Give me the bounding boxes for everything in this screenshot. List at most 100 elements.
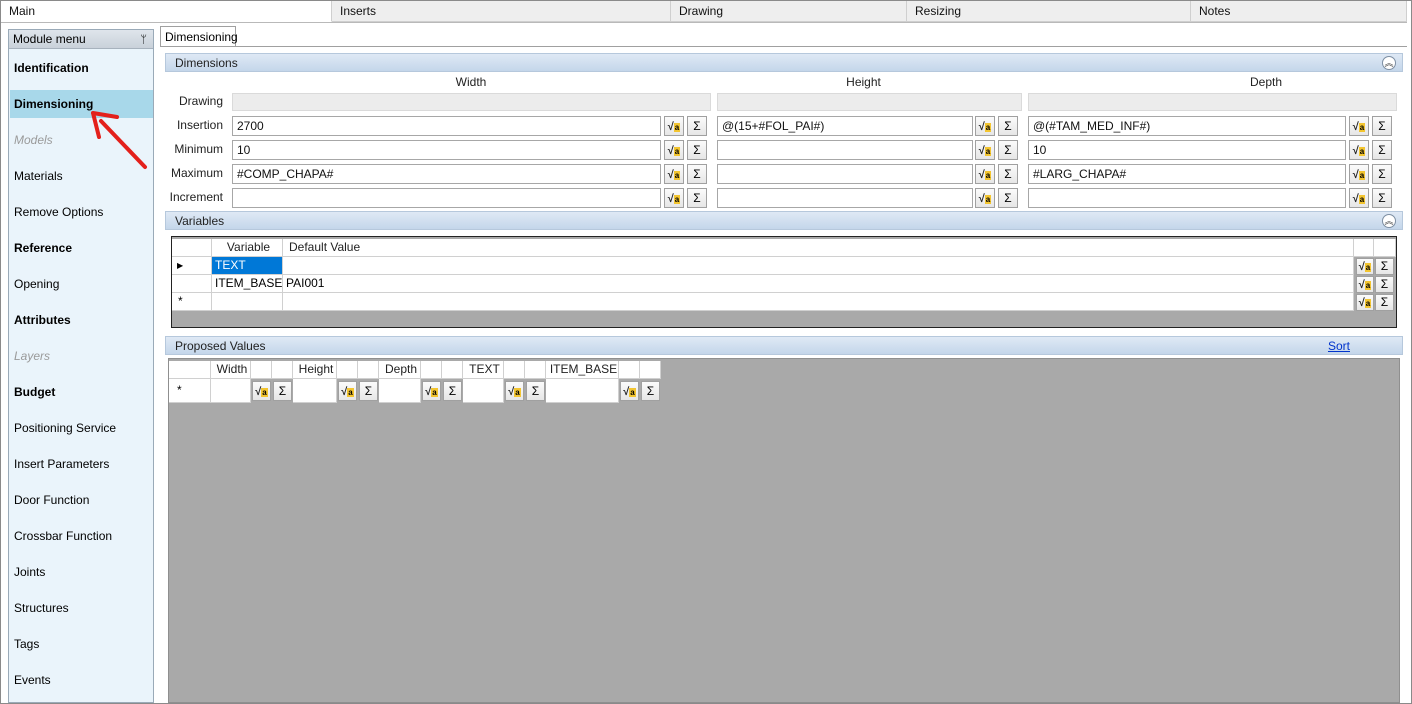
- sqrt-formula-icon[interactable]: √a: [505, 381, 524, 401]
- variable-cell[interactable]: TEXT: [212, 257, 283, 275]
- minimum-width-field[interactable]: 10: [232, 140, 661, 160]
- tab-drawing[interactable]: Drawing: [671, 1, 907, 22]
- sqrt-formula-icon[interactable]: √a: [975, 116, 995, 136]
- collapse-chevron-icon[interactable]: ︽: [1382, 56, 1396, 70]
- sidebar-item-reference[interactable]: Reference: [10, 234, 153, 262]
- sqrt-formula-icon[interactable]: √a: [1356, 294, 1374, 311]
- sigma-icon[interactable]: Σ: [641, 381, 660, 401]
- column-header-text[interactable]: TEXT: [463, 361, 504, 379]
- minimum-height-field[interactable]: [717, 140, 973, 160]
- sidebar-item-joints[interactable]: Joints: [10, 558, 153, 586]
- depth-cell-new[interactable]: [379, 379, 421, 403]
- sigma-icon[interactable]: Σ: [273, 381, 292, 401]
- text-cell-new[interactable]: [463, 379, 504, 403]
- sidebar-item-remove-options[interactable]: Remove Options: [10, 198, 153, 226]
- maximum-depth-field[interactable]: #LARG_CHAPA#: [1028, 164, 1346, 184]
- pin-icon[interactable]: ᛘ: [140, 31, 147, 50]
- tab-inserts[interactable]: Inserts: [332, 1, 671, 22]
- variables-section-header[interactable]: Variables ︽: [165, 211, 1403, 230]
- increment-depth-field[interactable]: [1028, 188, 1346, 208]
- sqrt-formula-icon[interactable]: √a: [620, 381, 639, 401]
- sidebar-item-insert-parameters[interactable]: Insert Parameters: [10, 450, 153, 478]
- header-blank: [619, 361, 640, 379]
- sqrt-formula-icon[interactable]: √a: [1349, 116, 1369, 136]
- dimensions-section-header[interactable]: Dimensions ︽: [165, 53, 1403, 72]
- maximum-width-field[interactable]: #COMP_CHAPA#: [232, 164, 661, 184]
- sidebar-item-opening[interactable]: Opening: [10, 270, 153, 298]
- default-value-cell[interactable]: [283, 257, 1354, 275]
- default-value-cell[interactable]: PAI001: [283, 275, 1354, 293]
- sqrt-formula-icon[interactable]: √a: [664, 140, 684, 160]
- sigma-icon[interactable]: Σ: [1372, 188, 1392, 208]
- item-base-cell-new[interactable]: [546, 379, 619, 403]
- sqrt-formula-icon[interactable]: √a: [338, 381, 357, 401]
- increment-height-field[interactable]: [717, 188, 973, 208]
- column-header-variable[interactable]: Variable: [212, 239, 283, 257]
- sqrt-formula-icon[interactable]: √a: [975, 188, 995, 208]
- sigma-icon[interactable]: Σ: [998, 116, 1018, 136]
- sidebar-item-crossbar-function[interactable]: Crossbar Function: [10, 522, 153, 550]
- sqrt-formula-icon[interactable]: √a: [664, 164, 684, 184]
- insertion-width-field[interactable]: 2700: [232, 116, 661, 136]
- sqrt-formula-icon[interactable]: √a: [664, 116, 684, 136]
- sqrt-formula-icon[interactable]: √a: [1356, 276, 1374, 293]
- sqrt-formula-icon[interactable]: √a: [1356, 258, 1374, 275]
- sqrt-formula-icon[interactable]: √a: [664, 188, 684, 208]
- tab-dimensioning[interactable]: Dimensioning: [160, 26, 238, 47]
- sigma-icon[interactable]: Σ: [1375, 276, 1394, 293]
- insertion-height-field[interactable]: @(15+#FOL_PAI#): [717, 116, 973, 136]
- sidebar-item-tags[interactable]: Tags: [10, 630, 153, 658]
- sidebar-item-events[interactable]: Events: [10, 666, 153, 694]
- variable-cell-new[interactable]: [212, 293, 283, 311]
- default-value-cell-new[interactable]: [283, 293, 1354, 311]
- sigma-icon[interactable]: Σ: [687, 140, 707, 160]
- sqrt-formula-icon[interactable]: √a: [975, 140, 995, 160]
- increment-width-field[interactable]: [232, 188, 661, 208]
- width-cell-new[interactable]: [211, 379, 251, 403]
- sqrt-formula-icon[interactable]: √a: [1349, 140, 1369, 160]
- column-header-item-base[interactable]: ITEM_BASE: [546, 361, 619, 379]
- sigma-icon[interactable]: Σ: [359, 381, 378, 401]
- sigma-icon[interactable]: Σ: [1372, 116, 1392, 136]
- sqrt-formula-icon[interactable]: √a: [1349, 164, 1369, 184]
- tab-resizing[interactable]: Resizing: [907, 1, 1191, 22]
- sigma-icon[interactable]: Σ: [998, 164, 1018, 184]
- sidebar-item-identification[interactable]: Identification: [10, 54, 153, 82]
- column-header-default-value[interactable]: Default Value: [283, 239, 1354, 257]
- sqrt-formula-icon[interactable]: √a: [1349, 188, 1369, 208]
- sigma-icon[interactable]: Σ: [1375, 258, 1394, 275]
- sidebar-item-budget[interactable]: Budget: [10, 378, 153, 406]
- column-header-width[interactable]: Width: [211, 361, 251, 379]
- sigma-icon[interactable]: Σ: [1375, 294, 1394, 311]
- tab-notes[interactable]: Notes: [1191, 1, 1407, 22]
- variable-cell[interactable]: ITEM_BASE: [212, 275, 283, 293]
- sqrt-formula-icon[interactable]: √a: [252, 381, 271, 401]
- sigma-icon[interactable]: Σ: [526, 381, 545, 401]
- sigma-icon[interactable]: Σ: [1372, 140, 1392, 160]
- sqrt-formula-icon[interactable]: √a: [975, 164, 995, 184]
- sigma-icon[interactable]: Σ: [687, 188, 707, 208]
- sort-link[interactable]: Sort: [1328, 337, 1350, 356]
- insertion-depth-field[interactable]: @(#TAM_MED_INF#): [1028, 116, 1346, 136]
- drawing-width-field: [232, 93, 711, 111]
- sigma-icon[interactable]: Σ: [998, 188, 1018, 208]
- sigma-icon[interactable]: Σ: [443, 381, 462, 401]
- collapse-chevron-icon[interactable]: ︽: [1382, 214, 1396, 228]
- drawing-depth-field: [1028, 93, 1397, 111]
- column-header-height[interactable]: Height: [293, 361, 337, 379]
- sidebar-item-structures[interactable]: Structures: [10, 594, 153, 622]
- sigma-icon[interactable]: Σ: [687, 116, 707, 136]
- maximum-height-field[interactable]: [717, 164, 973, 184]
- minimum-depth-field[interactable]: 10: [1028, 140, 1346, 160]
- height-cell-new[interactable]: [293, 379, 337, 403]
- sigma-icon[interactable]: Σ: [1372, 164, 1392, 184]
- sidebar-item-door-function[interactable]: Door Function: [10, 486, 153, 514]
- sidebar-item-attributes[interactable]: Attributes: [10, 306, 153, 334]
- sigma-icon[interactable]: Σ: [687, 164, 707, 184]
- tab-main[interactable]: Main: [1, 1, 332, 22]
- header-blank: [358, 361, 379, 379]
- sidebar-item-positioning-service[interactable]: Positioning Service: [10, 414, 153, 442]
- sqrt-formula-icon[interactable]: √a: [422, 381, 441, 401]
- column-header-depth[interactable]: Depth: [379, 361, 421, 379]
- sigma-icon[interactable]: Σ: [998, 140, 1018, 160]
